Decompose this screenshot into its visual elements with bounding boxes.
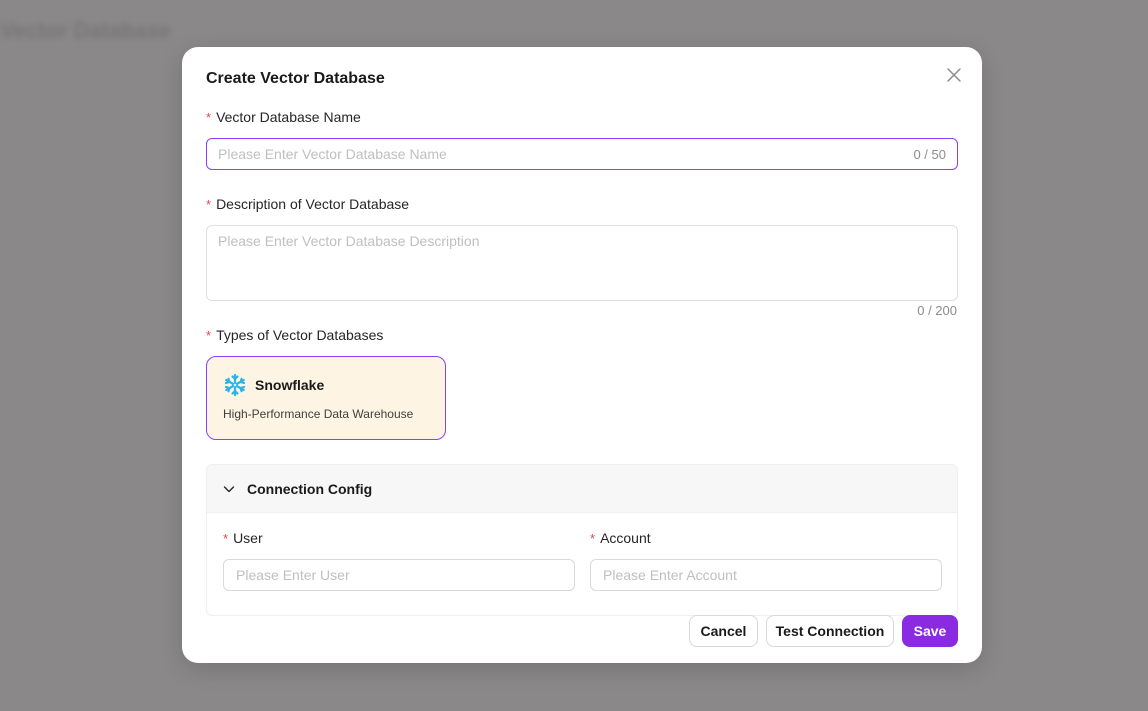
- user-input-placeholder: Please Enter User: [236, 567, 350, 583]
- name-field-label: * Vector Database Name: [206, 109, 361, 125]
- description-field-label: * Description of Vector Database: [206, 196, 410, 212]
- description-placeholder: Please Enter Vector Database Description: [218, 233, 480, 249]
- name-input[interactable]: Please Enter Vector Database Name 0 / 50: [206, 138, 958, 170]
- close-icon: [947, 68, 961, 82]
- name-char-counter: 0 / 50: [913, 146, 946, 162]
- types-field-label: * Types of Vector Databases: [206, 327, 384, 343]
- connection-config-title: Connection Config: [247, 480, 373, 497]
- account-field-label: * Account: [590, 530, 651, 546]
- connection-config-panel: Connection Config * User Please Enter Use…: [206, 464, 958, 616]
- modal-title: Create Vector Database: [206, 70, 385, 87]
- required-marker: *: [223, 531, 229, 546]
- cancel-button[interactable]: Cancel: [689, 615, 758, 647]
- required-marker: *: [590, 531, 596, 546]
- connection-config-header[interactable]: Connection Config: [207, 465, 957, 513]
- db-type-option-snowflake[interactable]: Snowflake High-Performance Data Warehous…: [206, 356, 446, 440]
- required-marker: *: [206, 197, 212, 212]
- name-input-placeholder: Please Enter Vector Database Name: [218, 146, 447, 162]
- close-button[interactable]: [946, 67, 962, 83]
- description-char-counter: 0 / 200: [917, 303, 957, 318]
- required-marker: *: [206, 328, 212, 343]
- account-input-placeholder: Please Enter Account: [603, 567, 737, 583]
- required-marker: *: [206, 110, 212, 125]
- account-input[interactable]: Please Enter Account: [590, 559, 942, 591]
- chevron-down-icon: [223, 485, 235, 492]
- snowflake-icon: [224, 373, 246, 397]
- user-field-label: * User: [223, 530, 263, 546]
- background-page-title: Vector Database: [0, 18, 172, 43]
- create-vector-database-modal: Create Vector Database * Vector Database …: [182, 47, 982, 663]
- db-type-name: Snowflake: [255, 377, 325, 393]
- db-type-description: High-Performance Data Warehouse: [223, 407, 414, 421]
- test-connection-button[interactable]: Test Connection: [766, 615, 894, 647]
- user-input[interactable]: Please Enter User: [223, 559, 575, 591]
- description-textarea[interactable]: Please Enter Vector Database Description: [206, 225, 958, 301]
- save-button[interactable]: Save: [902, 615, 958, 647]
